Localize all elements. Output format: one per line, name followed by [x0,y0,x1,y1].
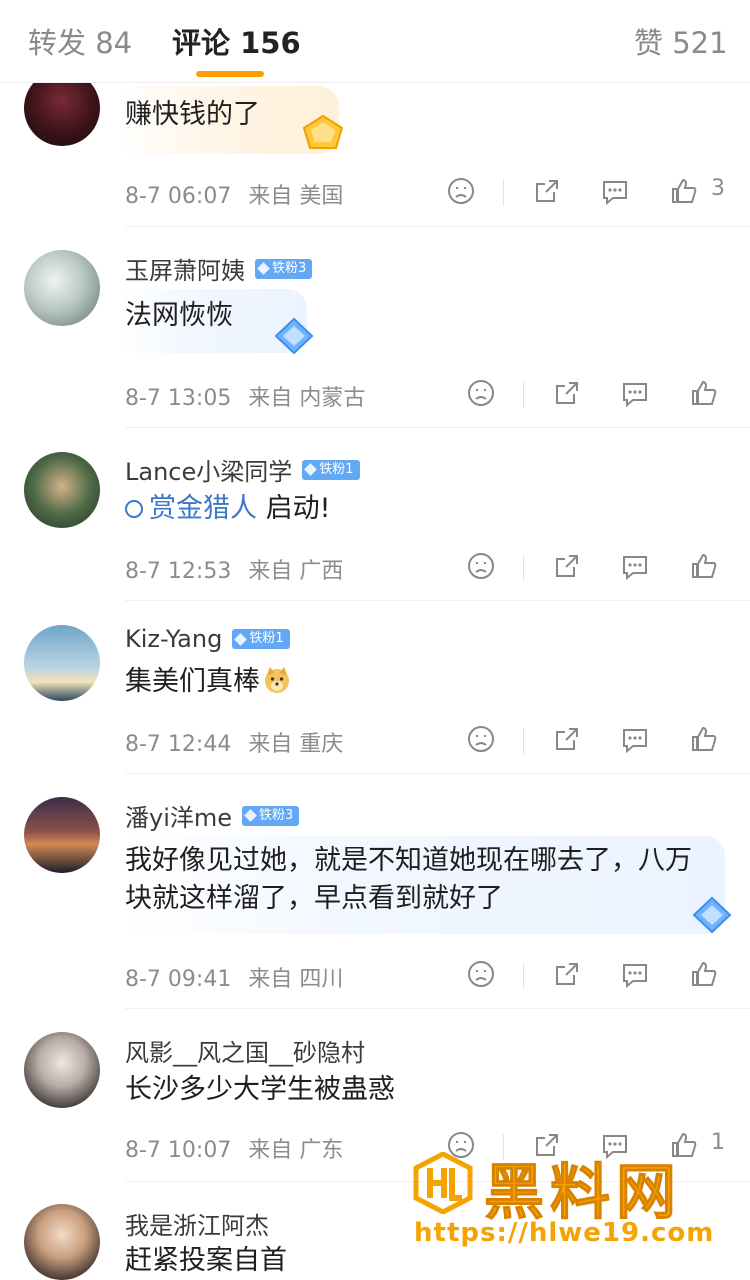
reply-icon[interactable] [620,959,650,989]
dislike-icon[interactable] [466,378,496,408]
comment-actions [0,378,750,414]
comment-text: 我好像见过她，就是不知道她现在哪去了，八万块就这样溜了，早点看到就好了 [125,845,692,914]
fan-badge-diamond-icon [257,262,270,275]
dislike-icon[interactable] [466,959,496,989]
comment-divider [125,1008,750,1009]
like-icon[interactable] [689,551,719,581]
like-icon[interactable] [689,959,719,989]
gold-gem-decoration [302,114,344,149]
comment-username[interactable]: Kiz-Yang 铁粉1 [125,625,290,653]
tab-comments[interactable]: 评论 156 [172,20,301,62]
comment-text: 赚快钱的了 [125,99,260,130]
comment-text-suffix: 启动! [257,493,331,524]
fan-badge: 铁粉3 [255,258,313,279]
topic-search-icon [125,500,143,518]
username-text: 我是浙江阿杰 [125,1212,269,1240]
fan-badge-label: 铁粉1 [249,631,284,646]
fan-badge: 铁粉1 [302,459,360,480]
action-divider [503,180,504,206]
topic-label: 赏金猎人 [149,493,257,524]
username-text: 潘yi洋me [125,804,233,832]
comment-username[interactable]: Lance小梁同学 铁粉1 [125,452,360,487]
action-divider [523,963,524,989]
doge-emoji [265,667,289,693]
like-icon[interactable] [669,176,699,206]
fan-badge: 铁粉3 [242,805,300,826]
comment-divider [125,226,750,227]
comment-tab-bar: 转发 84 评论 156 赞 521 [0,0,750,83]
blue-gem-decoration [692,896,732,934]
share-icon[interactable] [552,724,582,754]
avatar[interactable] [24,250,100,326]
fan-badge-diamond-icon [244,809,257,822]
fan-badge-diamond-icon [304,463,318,476]
comment-divider [125,773,750,774]
reply-icon[interactable] [620,551,650,581]
fan-badge: 铁粉1 [232,629,290,649]
comment-username[interactable]: 我是浙江阿杰 [125,1206,269,1241]
dislike-icon[interactable] [446,176,476,206]
active-tab-indicator [196,71,264,77]
action-divider [523,382,524,408]
watermark-logo-icon [413,1152,473,1214]
like-icon[interactable] [689,378,719,408]
comment-username[interactable]: 潘yi洋me 铁粉3 [125,798,300,833]
comment-username[interactable]: 玉屏萧阿姨 铁粉3 [125,251,313,286]
action-divider [523,728,524,754]
comment-text: 赏金猎人 启动! [125,490,330,528]
fan-badge-diamond-icon [234,632,248,646]
username-text: Lance小梁同学 [125,458,293,486]
share-icon[interactable] [552,551,582,581]
blue-gem-decoration [274,317,314,355]
comment-divider [125,427,750,428]
username-text: 玉屏萧阿姨 [125,257,245,285]
comment-username[interactable]: 风影__风之国__砂隐村 [125,1033,365,1068]
comment-text: 长沙多少大学生被蛊惑 [125,1074,395,1105]
avatar[interactable] [24,625,100,701]
dislike-icon[interactable] [466,724,496,754]
avatar[interactable] [24,1032,100,1108]
dislike-icon[interactable] [466,551,496,581]
avatar[interactable] [24,452,100,528]
fan-badge-label: 铁粉1 [319,461,354,477]
fan-badge-label: 铁粉3 [259,807,294,823]
tab-likes[interactable]: 赞 521 [634,20,728,62]
comment-text: 赶紧投案自首 [125,1245,287,1276]
share-icon[interactable] [552,959,582,989]
avatar[interactable] [24,1204,100,1280]
tab-repost[interactable]: 转发 84 [28,20,132,62]
reply-icon[interactable] [620,378,650,408]
watermark-url: https://hlwe19.com [414,1218,715,1248]
username-text: Kiz-Yang [125,625,223,653]
comment-text-body: 集美们真棒 [125,666,260,697]
watermark: 黑料网 https://hlwe19.com [412,1150,742,1260]
reply-icon[interactable] [620,724,650,754]
action-divider [523,555,524,581]
comment-text: 集美们真棒 [125,663,292,701]
fan-badge-label: 铁粉3 [272,260,307,276]
comment-actions [0,551,750,587]
avatar[interactable] [24,797,100,873]
comment-actions [0,724,750,760]
reply-icon[interactable] [600,176,630,206]
share-icon[interactable] [532,176,562,206]
share-icon[interactable] [552,378,582,408]
comment-actions [0,959,750,995]
like-count: 3 [711,176,725,201]
username-text: 风影__风之国__砂隐村 [125,1039,365,1067]
comment-actions: 3 [0,176,750,212]
comment-divider [125,600,750,601]
like-icon[interactable] [689,724,719,754]
comment-text: 法网恢恢 [125,300,233,331]
topic-link[interactable]: 赏金猎人 [125,493,257,524]
